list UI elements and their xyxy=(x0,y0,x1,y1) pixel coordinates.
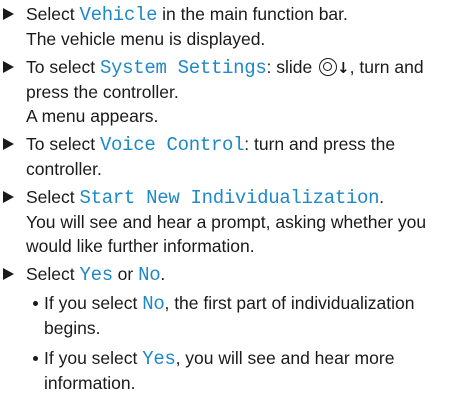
step-arrow-icon xyxy=(3,191,14,203)
step-text: in the main function bar. xyxy=(157,4,348,24)
down-arrow-icon: ↓ xyxy=(337,59,350,77)
controller-slide-down-icon xyxy=(319,58,338,76)
sub-item-no: If you select No, the first part of indi… xyxy=(0,291,463,340)
step-arrow-icon xyxy=(3,8,14,20)
step-result: You will see and hear a prompt, asking w… xyxy=(26,212,427,256)
bullet-icon xyxy=(33,301,38,306)
step-result: The vehicle menu is displayed. xyxy=(26,29,266,49)
step-text: Select xyxy=(26,264,80,284)
ui-label-yes: Yes xyxy=(79,264,114,286)
ui-label-no: No xyxy=(142,293,165,315)
step-text: To select xyxy=(26,57,100,77)
step-select-vehicle: Select Vehicle in the main function bar.… xyxy=(0,2,463,51)
step-text: Select xyxy=(26,187,80,207)
step-text: Select xyxy=(26,4,80,24)
ui-label-start-new-individualization: Start New Individualization xyxy=(79,187,380,209)
bullet-icon xyxy=(33,356,38,361)
step-select-system-settings: To select System Settings: slide ↓, turn… xyxy=(0,55,463,128)
step-select-voice-control: To select Voice Control: turn and press … xyxy=(0,132,463,181)
step-result: A menu appears. xyxy=(26,106,159,126)
ui-label-voice-control: Voice Control xyxy=(99,134,245,156)
sub-text: If you select xyxy=(44,293,143,313)
ui-label-no: No xyxy=(138,264,161,286)
sub-text: If you select xyxy=(44,348,143,368)
ui-label-vehicle: Vehicle xyxy=(79,4,158,26)
sub-item-yes: If you select Yes, you will see and hear… xyxy=(0,346,463,395)
ui-label-system-settings: System Settings xyxy=(99,57,267,79)
step-text: : slide xyxy=(266,57,318,77)
step-select-yes-no: Select Yes or No. xyxy=(0,262,463,287)
ui-label-yes: Yes xyxy=(142,348,176,370)
step-arrow-icon xyxy=(3,268,14,280)
step-arrow-icon xyxy=(3,61,14,73)
step-text: . xyxy=(379,187,385,207)
step-arrow-icon xyxy=(3,138,14,150)
step-text: . xyxy=(160,264,166,284)
step-text: To select xyxy=(26,134,100,154)
instruction-page: Select Vehicle in the main function bar.… xyxy=(0,2,463,401)
step-start-individualization: Select Start New Individualization. You … xyxy=(0,185,463,258)
step-text: or xyxy=(112,264,139,284)
